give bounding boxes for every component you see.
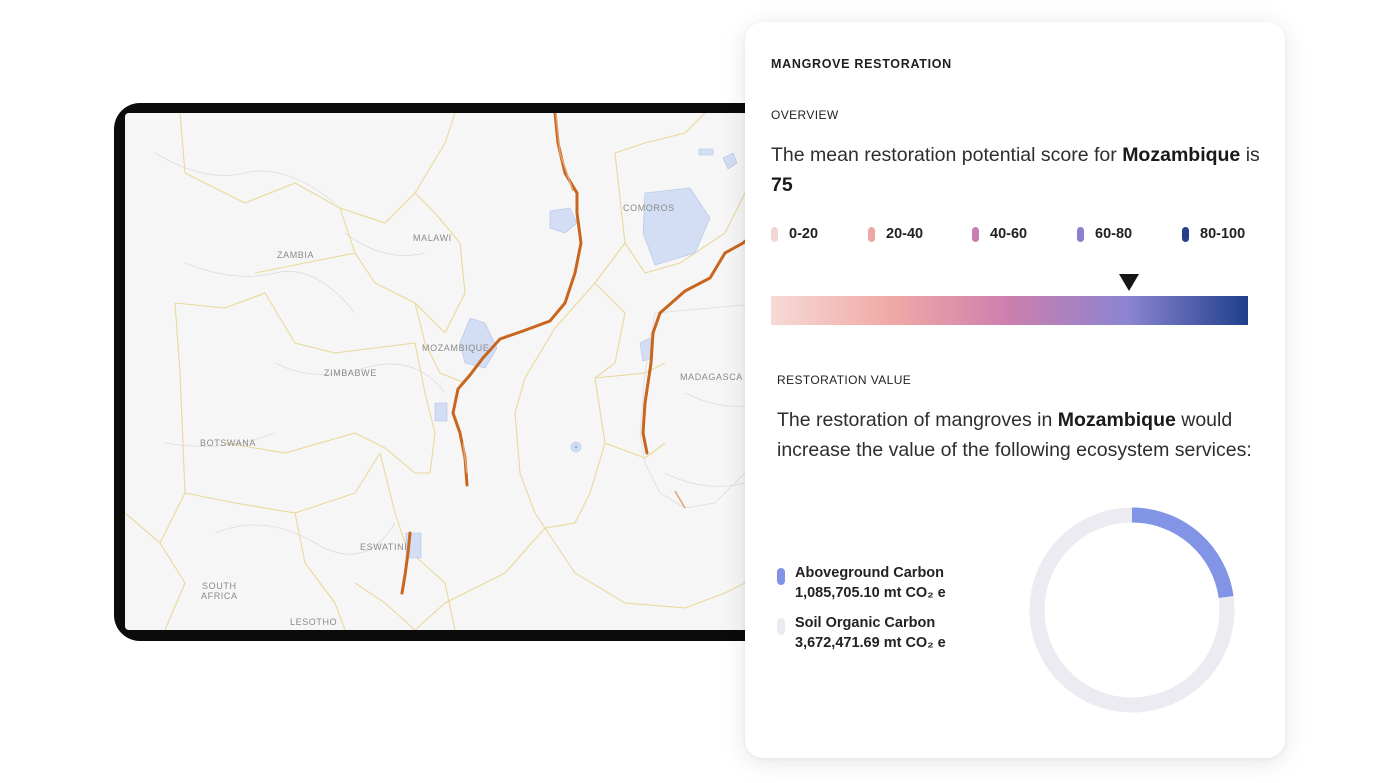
map-label-south-africa: SOUTH AFRICA: [201, 581, 238, 601]
legend-swatch: [868, 226, 875, 242]
map-label-mozambique: MOZAMBIQUE: [422, 343, 490, 353]
legend-label: 0-20: [789, 226, 819, 242]
legend-label: 60-80: [1095, 226, 1133, 242]
map-view[interactable]: ZAMBIA MALAWI COMOROS MOZAMBIQUE ZIMBABW…: [125, 113, 815, 630]
service-value: 1,085,705.10 mt CO₂ e: [795, 585, 946, 601]
legend-item: 80-100: [1182, 226, 1245, 242]
legend-swatch: [1182, 226, 1189, 242]
overview-score: 75: [771, 174, 793, 196]
service-swatch: [777, 568, 785, 585]
donut-slice-aboveground-carbon: [1131, 507, 1234, 599]
map-label-madagascar: MADAGASCA: [680, 372, 743, 382]
map-label-eswatini: ESWATINI: [360, 542, 408, 552]
legend-item: 40-60: [972, 226, 1027, 242]
overview-text: The mean restoration potential score for…: [771, 144, 1260, 196]
score-legend: 0-20 20-40 40-60 60-80 80-100: [771, 226, 1251, 248]
mangrove-restoration-panel: MANGROVE RESTORATION OVERVIEW The mean r…: [745, 22, 1285, 758]
legend-label: 40-60: [990, 226, 1028, 242]
panel-title: MANGROVE RESTORATION: [771, 57, 952, 71]
tablet-frame: ZAMBIA MALAWI COMOROS MOZAMBIQUE ZIMBABW…: [114, 103, 834, 641]
overview-heading: OVERVIEW: [771, 108, 839, 122]
overview-country: Mozambique: [1122, 144, 1241, 166]
legend-label: 80-100: [1200, 226, 1246, 242]
map-label-zambia: ZAMBIA: [277, 250, 315, 260]
legend-swatch: [1077, 226, 1084, 242]
legend-swatch: [771, 226, 778, 242]
map-label-malawi: MALAWI: [413, 233, 452, 243]
restoration-text: The restoration of mangroves in Mozambiq…: [777, 409, 1252, 461]
service-name: Soil Organic Carbon: [795, 615, 936, 631]
restoration-value-heading: RESTORATION VALUE: [777, 373, 912, 387]
legend-item: 20-40: [868, 226, 923, 242]
restoration-country: Mozambique: [1057, 409, 1176, 431]
map-label-lesotho: LESOTHO: [290, 617, 338, 627]
legend-label: 20-40: [886, 226, 924, 242]
score-marker-icon: [1118, 274, 1139, 291]
service-value: 3,672,471.69 mt CO₂ e: [795, 635, 946, 651]
map-label-zimbabwe: ZIMBABWE: [324, 368, 377, 378]
ecosystem-services-donut: [1029, 507, 1235, 713]
legend-item: 60-80: [1077, 226, 1132, 242]
map-label-botswana: BOTSWANA: [200, 438, 256, 448]
legend-swatch: [972, 226, 979, 242]
map-label-comoros: COMOROS: [623, 203, 675, 213]
service-swatch: [777, 618, 785, 635]
score-gradient-bar: [771, 296, 1248, 325]
legend-item: 0-20: [771, 226, 818, 242]
service-name: Aboveground Carbon: [795, 565, 945, 581]
